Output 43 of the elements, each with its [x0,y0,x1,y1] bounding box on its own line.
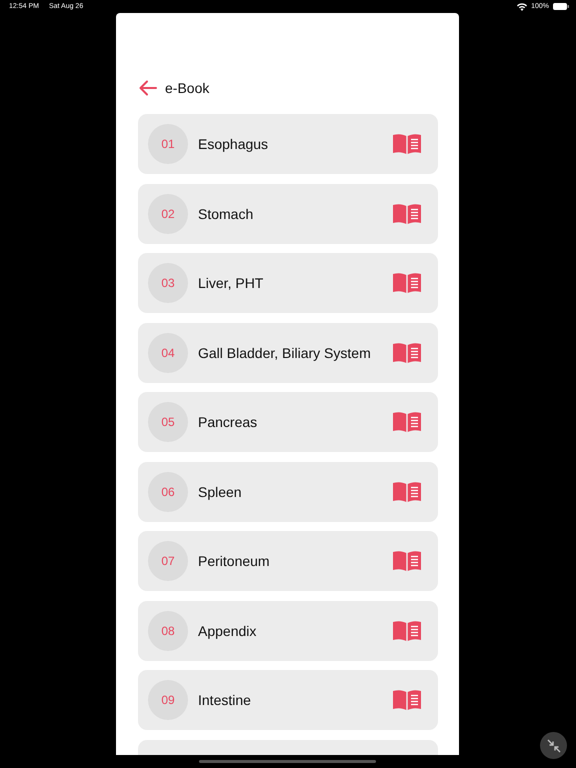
chapter-number: 08 [148,610,188,650]
battery-icon [553,3,569,10]
chapter-item[interactable]: 08 Appendix [138,600,438,660]
chapter-title: Intestine [198,692,252,708]
chapter-number: 06 [148,472,188,512]
book-icon [392,620,422,642]
chapter-item[interactable]: 09 Intestine [138,670,438,730]
chapter-item[interactable]: 06 Spleen [138,462,438,522]
chapter-title: Peritoneum [198,553,271,569]
chapter-item[interactable]: 05 Pancreas [138,392,438,452]
chapter-number: 05 [148,402,188,442]
book-icon [392,550,422,572]
chapter-title: Stomach [198,206,254,222]
chapter-item[interactable]: 07 Peritoneum [138,531,438,591]
minimize-icon [546,738,560,752]
chapter-item[interactable]: 04 Gall Bladder, Biliary System [138,322,438,382]
chapter-title: Appendix [198,622,258,638]
chapter-title: Spleen [198,484,243,500]
chapter-number: 09 [148,680,188,720]
book-icon [392,480,422,502]
book-icon [392,689,422,711]
chapter-title: Gall Bladder, Biliary System [198,344,372,360]
chapter-item[interactable]: 01 Esophagus [138,114,438,174]
chapter-number: 04 [148,332,188,372]
chapter-title: Esophagus [198,136,270,152]
chapter-number: 07 [148,541,188,581]
book-icon [392,272,422,294]
chapter-title: Liver, PHT [198,275,264,291]
minimize-button[interactable] [540,732,567,759]
back-button[interactable] [139,80,157,96]
chapter-number: 02 [148,194,188,234]
chapter-item[interactable]: 03 Liver, PHT [138,253,438,313]
page-title: e-Book [165,80,210,96]
book-icon [392,202,422,224]
chapter-number: 03 [148,263,188,303]
wifi-icon [517,2,528,10]
book-icon [392,342,422,364]
chapter-number: 01 [148,124,188,164]
chapter-item[interactable]: 02 Stomach [138,184,438,244]
back-arrow-icon [139,80,157,96]
book-icon [392,133,422,155]
chapter-title: Pancreas [198,414,258,430]
book-icon [392,411,422,433]
